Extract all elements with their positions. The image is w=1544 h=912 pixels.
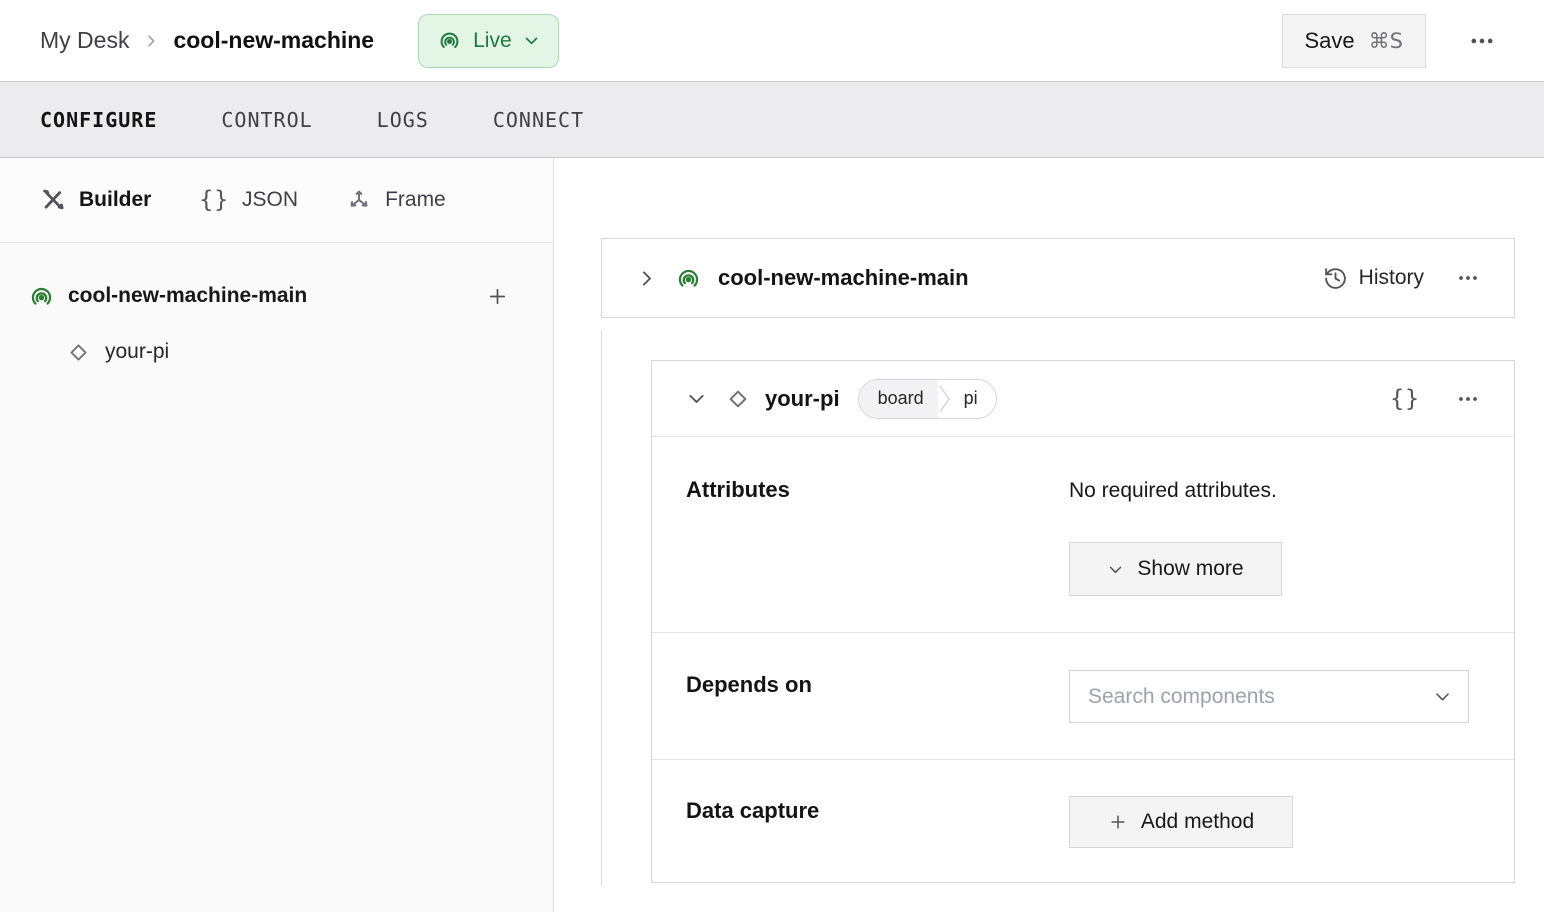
history-button[interactable]: History	[1323, 266, 1424, 291]
attributes-empty-text: No required attributes.	[1069, 479, 1277, 502]
component-type-badge: board pi	[857, 378, 997, 419]
chevron-down-icon	[1107, 561, 1124, 578]
config-sidebar: Builder {} JSON Frame cool-new-machine-m…	[0, 158, 554, 912]
live-status-label: Live	[473, 28, 512, 52]
tree-item-machine-part[interactable]: cool-new-machine-main	[0, 272, 553, 320]
data-capture-section: Data capture Add method	[652, 759, 1514, 884]
badge-chevron-separator-icon	[937, 379, 952, 418]
crossed-tools-icon	[40, 187, 66, 213]
diamond-icon	[725, 386, 751, 412]
braces-icon: {}	[199, 187, 230, 213]
collapse-component-button[interactable]	[686, 382, 713, 415]
view-tab-builder[interactable]: Builder	[40, 187, 151, 213]
show-more-label: Show more	[1137, 557, 1244, 580]
plus-icon	[1108, 812, 1128, 832]
resource-tree: cool-new-machine-main your-pi	[0, 243, 553, 376]
save-shortcut-hint: ⌘S	[1368, 28, 1403, 53]
tree-connector-line	[601, 330, 602, 886]
attributes-section: Attributes No required attributes. Show …	[652, 437, 1514, 632]
add-resource-button[interactable]	[482, 281, 513, 312]
component-card-your-pi: your-pi board pi {} Attributes No requir…	[651, 360, 1515, 883]
add-method-label: Add method	[1140, 810, 1255, 833]
ellipsis-icon	[1456, 266, 1480, 290]
plus-icon	[486, 285, 509, 308]
machine-part-card: cool-new-machine-main History	[601, 238, 1515, 318]
history-clock-icon	[1323, 266, 1348, 291]
sidebar-view-switcher: Builder {} JSON Frame	[0, 158, 553, 243]
part-more-menu-button[interactable]	[1450, 260, 1486, 296]
save-button-label: Save	[1304, 27, 1355, 53]
component-type: board	[858, 379, 938, 418]
chevron-down-icon	[523, 32, 540, 49]
machine-status-dropdown[interactable]: Live	[418, 13, 559, 68]
view-tab-frame[interactable]: Frame	[346, 187, 446, 213]
attributes-label: Attributes	[686, 477, 790, 502]
main-tab-bar: CONFIGURE CONTROL LOGS CONNECT	[0, 81, 1544, 158]
depends-on-select[interactable]	[1069, 670, 1469, 723]
component-more-menu-button[interactable]	[1450, 381, 1486, 417]
chevron-down-icon	[1433, 687, 1452, 706]
depends-on-label: Depends on	[686, 672, 812, 697]
tree-item-label: your-pi	[105, 340, 170, 363]
view-tab-json-label: JSON	[242, 188, 299, 211]
component-json-button[interactable]: {}	[1384, 380, 1426, 418]
tree-item-component[interactable]: your-pi	[0, 328, 553, 376]
tab-connect[interactable]: CONNECT	[493, 102, 584, 138]
breadcrumb-parent-link[interactable]: My Desk	[40, 27, 129, 54]
ellipsis-icon	[1456, 387, 1480, 411]
ellipsis-icon	[1468, 27, 1496, 55]
add-method-button[interactable]: Add method	[1069, 796, 1293, 848]
expand-part-button[interactable]	[636, 262, 663, 295]
machine-part-title: cool-new-machine-main	[718, 265, 969, 290]
breadcrumb-current: cool-new-machine	[173, 27, 375, 53]
show-more-button[interactable]: Show more	[1069, 542, 1282, 596]
header-actions: Save ⌘S	[1281, 13, 1505, 68]
broadcast-icon	[28, 283, 55, 310]
history-button-label: History	[1358, 266, 1424, 289]
braces-icon: {}	[1390, 385, 1420, 412]
view-tab-frame-label: Frame	[385, 188, 446, 211]
tab-configure[interactable]: CONFIGURE	[40, 102, 157, 138]
save-button[interactable]: Save ⌘S	[1281, 13, 1426, 68]
data-capture-label: Data capture	[686, 798, 820, 823]
component-model: pi	[951, 379, 996, 418]
search-components-input[interactable]	[1070, 671, 1433, 722]
breadcrumb-chevron-icon	[143, 33, 159, 49]
axes-icon	[346, 187, 372, 213]
view-tab-builder-label: Builder	[79, 188, 152, 211]
diamond-icon	[66, 340, 91, 365]
chevron-down-icon	[686, 388, 707, 409]
top-header: My Desk cool-new-machine Live Save ⌘S	[0, 0, 1544, 81]
chevron-right-icon	[636, 268, 657, 289]
broadcast-icon	[675, 265, 702, 292]
component-name: your-pi	[765, 385, 840, 411]
header-more-menu-button[interactable]	[1460, 19, 1504, 63]
component-card-header: your-pi board pi {}	[652, 361, 1514, 437]
machine-config-page: My Desk cool-new-machine Live Save ⌘S CO…	[0, 0, 1544, 912]
view-tab-json[interactable]: {} JSON	[199, 187, 298, 213]
tab-control[interactable]: CONTROL	[221, 102, 312, 138]
tab-logs[interactable]: LOGS	[377, 102, 429, 138]
depends-on-section: Depends on	[652, 632, 1514, 759]
tree-item-label: cool-new-machine-main	[68, 284, 308, 307]
broadcast-icon	[437, 28, 462, 53]
